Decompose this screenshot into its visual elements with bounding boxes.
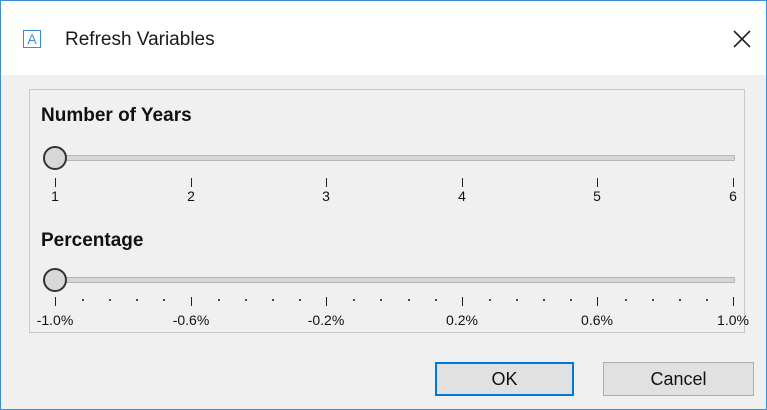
percentage-minor-tick <box>706 299 708 301</box>
percentage-minor-tick <box>380 299 382 301</box>
percentage-minor-tick <box>625 299 627 301</box>
percentage-tick <box>191 297 192 306</box>
years-tick-label: 1 <box>51 188 59 204</box>
years-tick-label: 6 <box>729 188 737 204</box>
ok-button[interactable]: OK <box>435 362 574 396</box>
years-tick <box>462 178 463 187</box>
percentage-tick <box>733 297 734 306</box>
percentage-minor-tick <box>516 299 518 301</box>
percentage-label: Percentage <box>41 230 144 251</box>
percentage-slider-thumb[interactable] <box>43 268 67 292</box>
percentage-minor-tick <box>163 299 165 301</box>
percentage-tick-label: -0.2% <box>307 312 345 328</box>
percentage-tick-label: -0.6% <box>172 312 210 328</box>
app-icon: A <box>23 30 41 48</box>
years-slider-thumb[interactable] <box>43 146 67 170</box>
years-tick-label: 4 <box>458 188 466 204</box>
percentage-minor-tick <box>82 299 84 301</box>
title-bar: A Refresh Variables <box>1 1 766 75</box>
percentage-tick <box>597 297 598 306</box>
percentage-minor-tick <box>353 299 355 301</box>
years-tick-label: 3 <box>322 188 330 204</box>
percentage-tick-label: 0.6% <box>581 312 613 328</box>
percentage-minor-tick <box>652 299 654 301</box>
percentage-tick-label: 0.2% <box>446 312 478 328</box>
dialog-title: Refresh Variables <box>65 29 215 50</box>
years-tick <box>733 178 734 187</box>
years-tick <box>55 178 56 187</box>
percentage-minor-tick <box>489 299 491 301</box>
refresh-variables-dialog: A Refresh Variables Number of Years 1 2 3 4… <box>0 0 767 410</box>
percentage-minor-tick <box>136 299 138 301</box>
years-label: Number of Years <box>41 105 192 126</box>
percentage-minor-tick <box>218 299 220 301</box>
percentage-minor-tick <box>543 299 545 301</box>
years-tick-label: 2 <box>187 188 195 204</box>
close-icon[interactable] <box>728 25 756 53</box>
percentage-minor-tick <box>272 299 274 301</box>
percentage-minor-tick <box>570 299 572 301</box>
percentage-minor-tick <box>408 299 410 301</box>
cancel-button[interactable]: Cancel <box>603 362 754 396</box>
percentage-minor-tick <box>245 299 247 301</box>
years-tick <box>597 178 598 187</box>
percentage-tick-label: 1.0% <box>717 312 749 328</box>
years-tick <box>326 178 327 187</box>
percentage-minor-tick <box>435 299 437 301</box>
percentage-tick <box>55 297 56 306</box>
years-tick-label: 5 <box>593 188 601 204</box>
percentage-tick <box>462 297 463 306</box>
percentage-tick-label: -1.0% <box>36 312 74 328</box>
percentage-minor-tick <box>109 299 111 301</box>
years-tick <box>191 178 192 187</box>
percentage-minor-tick <box>299 299 301 301</box>
percentage-slider-track[interactable] <box>55 277 735 283</box>
app-icon-letter: A <box>27 31 37 47</box>
years-slider-track[interactable] <box>55 155 735 161</box>
percentage-minor-tick <box>679 299 681 301</box>
percentage-tick <box>326 297 327 306</box>
